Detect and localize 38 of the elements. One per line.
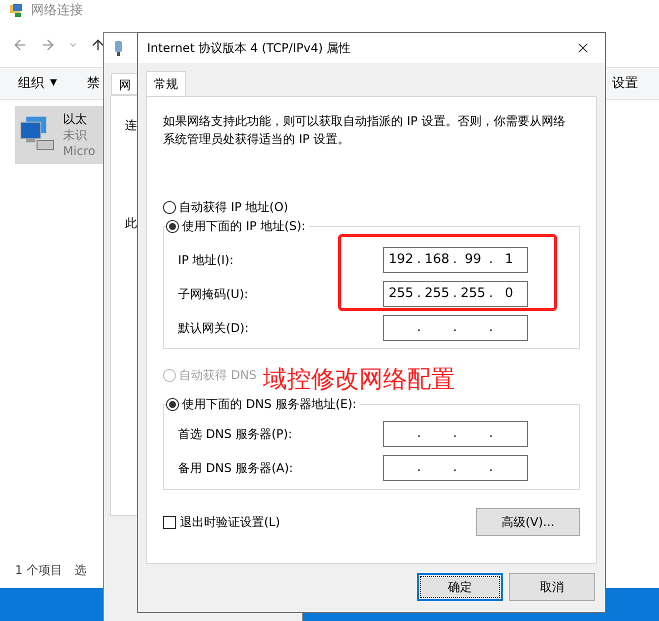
adapter-icon [114, 40, 123, 56]
tab-label[interactable]: 网 [119, 78, 131, 92]
adapter-text: 以太 [63, 111, 87, 127]
advanced-button[interactable]: 高级(V)... [476, 508, 580, 536]
dialog-title: Internet 协议版本 4 (TCP/IPv4) 属性 [147, 40, 351, 57]
ip-address-field[interactable]: 192 . 168 . 99 . 1 [383, 247, 528, 273]
ip-address-field[interactable]: 255 . 255 . 255 . 0 [383, 281, 528, 307]
network-adapter-item[interactable]: 以太 未识 Micro [15, 106, 103, 164]
status-text: 1 个项目 [15, 562, 62, 579]
dialog-button[interactable]: 取消 [509, 573, 595, 601]
radio-option[interactable]: 使用下面的 IP 地址(S): [166, 217, 310, 235]
status-text: 选 [74, 562, 86, 579]
section-label: 连 [125, 117, 137, 134]
field-label: 默认网关(D): [178, 320, 250, 337]
toolbar-button[interactable]: 组织 ▼ [18, 74, 57, 94]
toolbar-button[interactable]: 设置 [612, 74, 638, 94]
field-label: IP 地址(I): [178, 252, 235, 269]
forward-icon[interactable] [40, 36, 56, 52]
description-text: 如果网络支持此功能，则可以获取自动指派的 IP 设置。否则，你需要从网络系统管理员处获得适当的 IP 设置。 [163, 113, 566, 148]
toolbar-button[interactable]: 禁 [86, 74, 100, 94]
section-label: 此 [125, 215, 137, 232]
tab[interactable]: 常规 [146, 71, 186, 96]
field-label: 子网掩码(U): [178, 286, 250, 303]
network-folder-icon [9, 3, 25, 19]
dialog-button[interactable]: 确定 [417, 573, 503, 601]
back-icon[interactable] [12, 36, 28, 52]
adapter-text: Micro [63, 143, 96, 159]
adapter-text: 未识 [63, 127, 87, 143]
ip-address-field[interactable]: . . . [383, 455, 528, 481]
validate-checkbox[interactable]: 退出时验证设置(L) [163, 513, 280, 531]
window-title: 网络连接 [31, 2, 83, 20]
radio-option[interactable]: 使用下面的 DNS 服务器地址(E): [166, 395, 360, 413]
annotation-text: 域控修改网络配置 [263, 366, 455, 392]
up-icon[interactable] [90, 36, 106, 52]
field-label: 备用 DNS 服务器(A): [178, 460, 294, 477]
field-label: 首选 DNS 服务器(P): [178, 426, 294, 443]
ip-address-field[interactable]: . . . [383, 315, 528, 341]
ip-address-field[interactable]: . . . [383, 421, 528, 447]
